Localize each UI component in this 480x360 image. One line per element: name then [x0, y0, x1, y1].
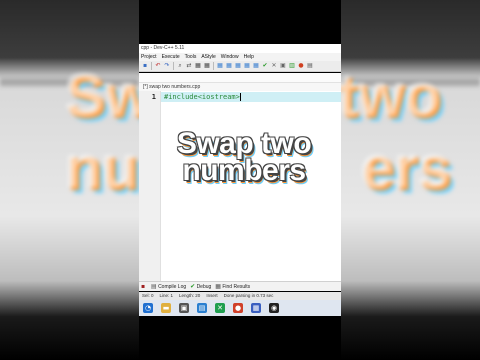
- profile-icon[interactable]: ●: [297, 62, 305, 70]
- editor-tab[interactable]: [*] swap two numbers.cpp: [139, 83, 341, 91]
- devcpp-icon[interactable]: ▦: [251, 303, 261, 313]
- media-icon[interactable]: ◉: [269, 303, 279, 313]
- run-icon[interactable]: ▦: [203, 62, 211, 70]
- menu-tools[interactable]: Tools: [185, 53, 197, 61]
- blurred-subtitle-left: nu: [64, 133, 138, 200]
- find-results-icon: ▦: [215, 282, 221, 290]
- find-icon[interactable]: ⌕: [176, 62, 184, 70]
- chart-icon[interactable]: ▥: [288, 62, 296, 70]
- replace-icon[interactable]: ⇄: [185, 62, 193, 70]
- tab-debug: Debug: [196, 283, 212, 290]
- store-icon[interactable]: ▤: [197, 303, 207, 313]
- app-icon[interactable]: ▣: [179, 303, 189, 313]
- compile-log-icon: ▤: [151, 282, 157, 290]
- grid-icon[interactable]: ▦: [243, 62, 251, 70]
- text-caret: [239, 93, 241, 101]
- menu-astyle[interactable]: AStyle: [201, 53, 215, 61]
- save-icon[interactable]: ▪: [141, 62, 149, 70]
- status-sel: Sel: 0: [142, 293, 154, 298]
- tab-find-results: Find Results: [222, 283, 251, 290]
- code-line-1[interactable]: #include<iostream>: [164, 93, 241, 101]
- grid-icon[interactable]: ▦: [234, 62, 242, 70]
- spreadsheet-icon[interactable]: ✕: [215, 303, 225, 313]
- code-text: #include<iostream>: [164, 93, 240, 101]
- tab-compile-log: Compile Log: [158, 283, 187, 290]
- ide-window: cpp - Dev-C++ 5.11 Project Execute Tools…: [139, 0, 341, 360]
- blurred-title-left: Sw: [64, 61, 139, 128]
- toolbar-separator: [151, 62, 152, 70]
- bottom-panel-tabs: ▪ ▤ Compile Log ✔ Debug ▦ Find Results: [139, 281, 341, 291]
- debug-icon[interactable]: ▣: [279, 62, 287, 70]
- status-message: Done parsing in 0.73 sec: [223, 293, 274, 298]
- blurred-subtitle-right: ers: [359, 133, 450, 200]
- grid-icon[interactable]: ▦: [225, 62, 233, 70]
- compile-icon[interactable]: ▦: [194, 62, 202, 70]
- overlay-title-line-2: numbers: [182, 154, 306, 187]
- menu-window[interactable]: Window: [221, 53, 239, 61]
- grid-icon[interactable]: ▦: [216, 62, 224, 70]
- status-mode: Insert: [206, 293, 218, 298]
- undo-icon[interactable]: ↶: [154, 62, 162, 70]
- blurred-left-panel: Sw nu: [0, 0, 139, 360]
- blurred-right-panel: two ers: [341, 0, 480, 360]
- tab-find-results-wrapper[interactable]: ▦ Find Results: [215, 282, 251, 290]
- tab-compile-log-icon-label[interactable]: ▤ Compile Log: [151, 282, 187, 290]
- toolbar: ▪ ↶ ↷ ⌕ ⇄ ▦ ▦ ▦ ▦ ▦ ▦ ▦ ✔ ✕ ▣ ▥ ● ▤: [139, 61, 341, 72]
- check-icon[interactable]: ✔: [261, 62, 269, 70]
- menu-project[interactable]: Project: [141, 53, 157, 61]
- line-gutter: 1: [139, 91, 161, 281]
- close-icon[interactable]: ✕: [270, 62, 278, 70]
- folder-icon[interactable]: ▬: [161, 303, 171, 313]
- status-bar: Sel: 0 Line: 1 Length: 20 Insert Done pa…: [139, 292, 341, 300]
- status-length: Length: 20: [179, 293, 201, 298]
- debug-check-icon: ✔: [190, 282, 196, 290]
- toolbar-separator: [173, 62, 174, 70]
- redo-icon[interactable]: ↷: [163, 62, 171, 70]
- bug-icon[interactable]: ▤: [306, 62, 314, 70]
- toolbar-separator: [213, 62, 214, 70]
- status-line: Line: 1: [159, 293, 174, 298]
- browser-icon[interactable]: ●: [233, 303, 243, 313]
- grid-icon[interactable]: ▦: [252, 62, 260, 70]
- line-number: 1: [151, 93, 156, 101]
- edge-icon[interactable]: ◔: [143, 303, 153, 313]
- taskbar: ◔ ▬ ▣ ▤ ✕ ● ▦ ◉: [139, 300, 341, 316]
- window-title: cpp - Dev-C++ 5.11: [139, 44, 341, 53]
- blurred-title-right: two: [341, 61, 440, 128]
- menu-help[interactable]: Help: [244, 53, 254, 61]
- menu-bar: Project Execute Tools AStyle Window Help: [139, 53, 341, 61]
- tab-debug-wrapper[interactable]: ✔ Debug: [190, 282, 212, 290]
- toolbar-row-2: [139, 73, 341, 83]
- compiler-icon: ▪: [141, 282, 146, 290]
- menu-execute[interactable]: Execute: [162, 53, 180, 61]
